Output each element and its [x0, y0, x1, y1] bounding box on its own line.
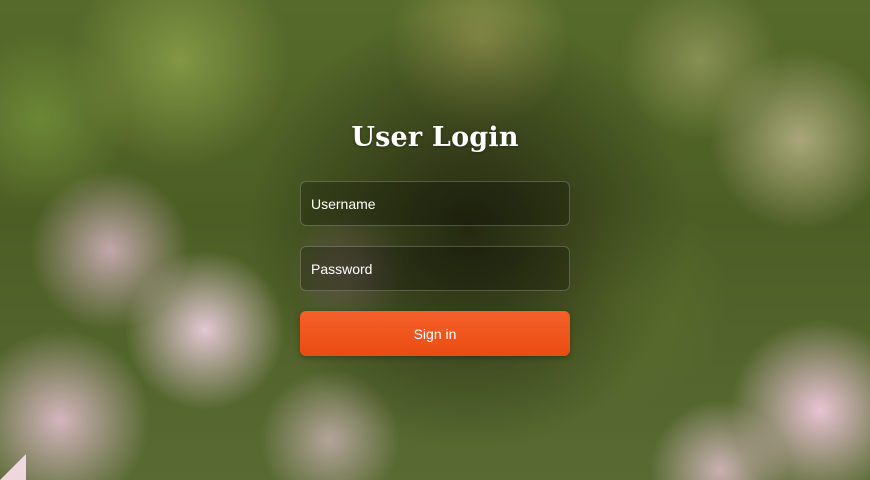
username-input[interactable] [300, 181, 570, 226]
login-form: User Login Sign in [300, 115, 570, 356]
password-input[interactable] [300, 246, 570, 291]
flower-petal-decoration [0, 454, 26, 480]
page-title: User Login [351, 122, 519, 153]
sign-in-button[interactable]: Sign in [300, 311, 570, 356]
